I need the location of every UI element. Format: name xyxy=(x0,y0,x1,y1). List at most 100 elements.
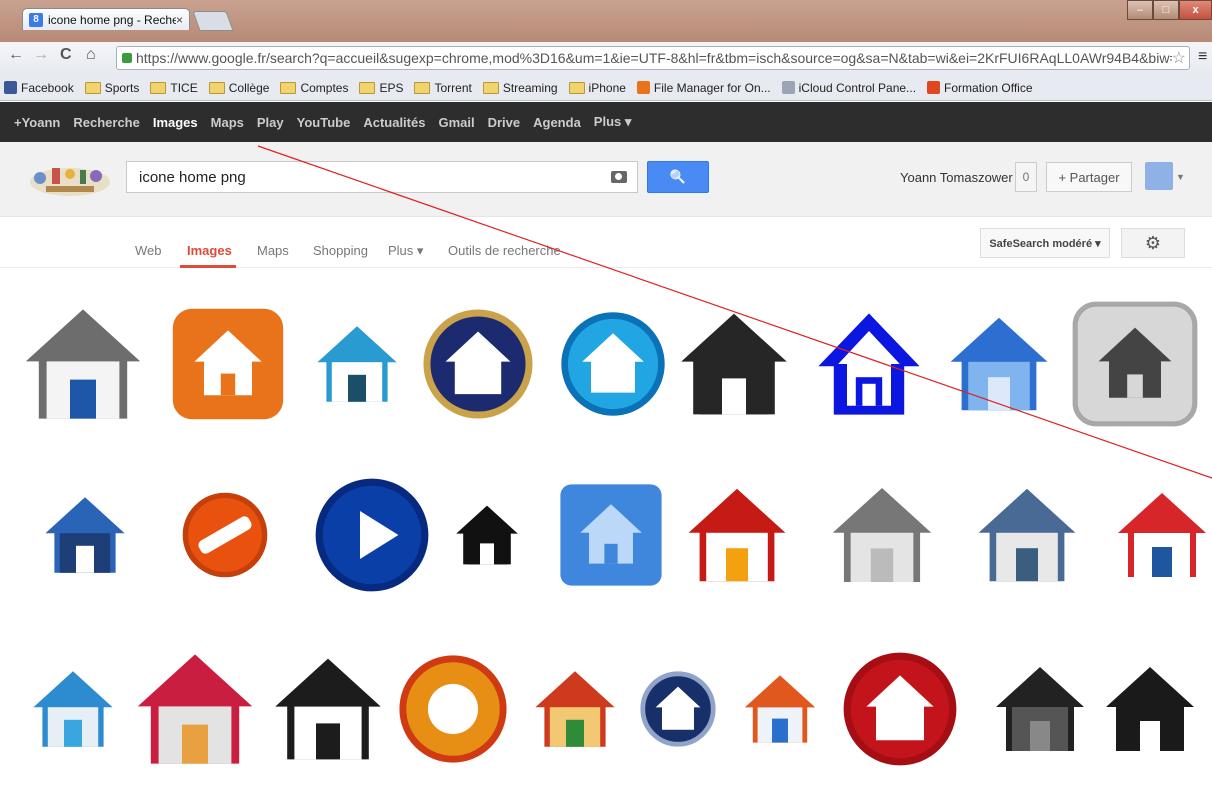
house-black-swirl-icon[interactable] xyxy=(990,634,1090,784)
bookmark-item[interactable]: iCloud Control Pane... xyxy=(781,80,917,95)
house-grey-blue-window-icon[interactable] xyxy=(18,284,148,444)
notifications-count[interactable]: 0 xyxy=(1015,162,1037,192)
tab-close-icon[interactable]: × xyxy=(176,13,183,27)
tab-2[interactable]: Maps xyxy=(257,243,289,258)
house-dark-grey-button-icon[interactable] xyxy=(1070,284,1200,444)
tab-1[interactable]: Images xyxy=(187,243,232,258)
bookmark-label: TICE xyxy=(170,80,198,95)
house-grey-3d-icon[interactable] xyxy=(826,460,938,610)
folder-icon xyxy=(414,81,431,94)
bookmark-label: Streaming xyxy=(502,80,558,95)
house-orange-square-icon[interactable] xyxy=(168,284,288,444)
bookmark-item[interactable]: Comptes xyxy=(280,81,348,95)
bookmark-item[interactable]: Formation Office xyxy=(927,81,1033,95)
folder-icon xyxy=(568,81,585,94)
bookmark-item[interactable]: Streaming xyxy=(482,80,558,95)
folder-icon xyxy=(482,81,499,94)
folder-icon xyxy=(84,81,101,94)
gbar-item[interactable]: Maps xyxy=(211,115,244,130)
bookmark-label: File Manager for On... xyxy=(653,80,771,95)
share-button[interactable]: + Partager xyxy=(1046,162,1132,192)
search-input[interactable] xyxy=(137,167,611,187)
address-bar[interactable]: https://www.google.fr/search?q=accueil&s… xyxy=(116,46,1190,70)
gear-icon[interactable]: ⚙ xyxy=(1121,228,1185,258)
bookmark-label: Comptes xyxy=(300,80,349,95)
bookmark-item[interactable]: Collège xyxy=(208,80,270,95)
folder-icon xyxy=(280,81,297,94)
tab-3[interactable]: Shopping xyxy=(313,243,368,258)
gbar-item[interactable]: YouTube xyxy=(297,115,351,130)
blue-play-button-icon[interactable] xyxy=(312,460,432,610)
gbar-item[interactable]: Drive xyxy=(488,115,521,130)
avatar[interactable] xyxy=(1145,162,1173,190)
house-red-roof-orange-door-icon[interactable] xyxy=(130,634,260,784)
browser-tab[interactable]: 8 icone home png - Recher × xyxy=(22,8,190,30)
house-black-small-icon[interactable] xyxy=(452,460,522,610)
house-blue-square-icon[interactable] xyxy=(556,460,666,610)
maximize-button[interactable]: □ xyxy=(1153,0,1179,20)
gbar-item[interactable]: Images xyxy=(153,115,198,130)
house-black-icon[interactable] xyxy=(674,284,794,444)
gbar-item[interactable]: Recherche xyxy=(73,115,139,130)
tab-0[interactable]: Web xyxy=(135,243,162,258)
chrome-menu-icon[interactable]: ≡ xyxy=(1198,48,1207,66)
search-button[interactable]: 🔍 xyxy=(647,161,709,193)
house-blue-outline-large-icon[interactable] xyxy=(814,284,924,444)
google-black-bar: +Yoann Recherche Images Maps Play YouTube Actu… xyxy=(0,102,1212,142)
search-box xyxy=(126,161,638,193)
bookmark-item[interactable]: Sports xyxy=(84,81,139,95)
gbar-item[interactable]: Gmail xyxy=(438,115,474,130)
house-navy-icon[interactable] xyxy=(40,460,130,610)
tab-4[interactable]: Plus ▾ xyxy=(388,243,423,259)
chevron-down-icon[interactable]: ▼ xyxy=(1176,172,1185,182)
new-tab-button[interactable] xyxy=(192,11,234,31)
house-blue-outline-icon[interactable] xyxy=(312,284,402,444)
gbar-item[interactable]: +Yoann xyxy=(14,115,60,130)
house-cyan-bubble-icon[interactable] xyxy=(558,284,668,444)
ubuntu-logo-icon[interactable] xyxy=(396,634,510,784)
tab-5[interactable]: Outils de recherche xyxy=(448,243,561,258)
google-favicon-icon: 8 xyxy=(29,12,43,27)
bookmark-star-icon[interactable]: ☆ xyxy=(1172,48,1189,68)
reload-icon[interactable]: C xyxy=(60,46,72,64)
folder-icon xyxy=(208,81,225,94)
house-navy-gold-ring-icon[interactable] xyxy=(420,284,536,444)
house-blue-3d-icon[interactable] xyxy=(944,284,1054,444)
bookmark-label: EPS xyxy=(379,80,404,95)
google-doodle-logo[interactable] xyxy=(26,160,114,200)
gbar-item[interactable]: Plus ▾ xyxy=(594,114,632,130)
back-icon[interactable]: ← xyxy=(8,46,24,64)
bookmark-item[interactable]: Torrent xyxy=(414,80,472,95)
house-orange-roof-icon[interactable] xyxy=(740,634,820,784)
gbar-item[interactable]: Play xyxy=(257,115,284,130)
gbar-item[interactable]: Agenda xyxy=(533,115,581,130)
bookmark-label: iCloud Control Pane... xyxy=(798,80,917,95)
house-cottage-3d-icon[interactable] xyxy=(972,460,1082,610)
bookmark-item[interactable]: TICE xyxy=(150,80,198,95)
bookmark-label: Torrent xyxy=(434,80,472,95)
house-light-blue-icon[interactable] xyxy=(28,634,118,784)
facebook-icon xyxy=(4,81,17,94)
safesearch-dropdown[interactable]: SafeSearch modéré ▾ xyxy=(980,228,1110,258)
house-black-gradient-icon[interactable] xyxy=(1100,634,1200,784)
camera-icon[interactable] xyxy=(611,171,627,183)
house-red-roof-small-icon[interactable] xyxy=(1112,460,1212,610)
house-red-circle-icon[interactable] xyxy=(840,634,960,784)
bookmark-item[interactable]: Facebook xyxy=(4,81,74,95)
house-red-yellow-door-icon[interactable] xyxy=(682,460,792,610)
forward-icon[interactable]: → xyxy=(33,46,49,64)
bookmark-label: Collège xyxy=(228,80,270,95)
house-navy-circle-icon[interactable] xyxy=(638,634,718,784)
close-window-button[interactable]: x xyxy=(1179,0,1212,20)
bookmark-item[interactable]: File Manager for On... xyxy=(636,80,771,95)
bookmark-item[interactable]: EPS xyxy=(359,81,403,95)
tab-title: icone home png - Recher xyxy=(48,12,176,27)
home-icon[interactable]: ⌂ xyxy=(86,46,96,64)
user-name[interactable]: Yoann Tomaszower xyxy=(900,170,1013,185)
bookmark-item[interactable]: iPhone xyxy=(568,81,626,95)
minimize-button[interactable]: – xyxy=(1127,0,1153,20)
gbar-item[interactable]: Actualités xyxy=(363,115,425,130)
orange-no-symbol-icon[interactable] xyxy=(180,460,270,610)
house-cartoon-icon[interactable] xyxy=(530,634,620,784)
house-black-outline-icon[interactable] xyxy=(268,634,388,784)
